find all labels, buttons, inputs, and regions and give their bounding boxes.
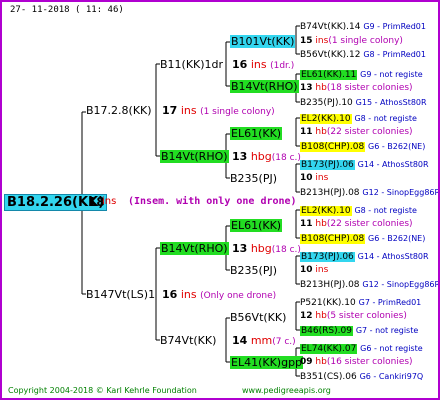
gen3-4[interactable]: EL61(KK) [230,219,283,232]
gen2-1-number: 13 [232,150,248,163]
gen3-1-label[interactable]: B14Vt(RHO) [230,80,299,93]
gen1-bottom-info: 16 ins (Only one drone) [162,288,276,303]
gen4-row[interactable]: EL2(KK).10 G8 - not registe [300,204,417,218]
gen2-3-note: (7 c.) [272,337,296,347]
gen2-2-label[interactable]: B14Vt(RHO) [160,242,229,255]
gen3-6[interactable]: B56Vt(KK) [230,311,286,324]
gen4-row[interactable]: B173(PJ).06 G14 - AthosSt80R [300,158,429,172]
gen2-1-label[interactable]: B14Vt(RHO) [160,150,229,163]
gen3-1[interactable]: B14Vt(RHO) [230,80,299,93]
gen1-bottom-note: (Only one drone) [200,291,277,301]
gen1-bottom-ins: ins [180,288,197,301]
gen4-row[interactable]: B46(RS).09 G7 - not registe [300,324,418,338]
gen4-row: 09 hb(16 sister colonies) [300,357,413,367]
gen3-7-label[interactable]: EL41(KK)gpp [230,356,304,369]
gen1-top[interactable]: B17.2.8(KK) [86,104,152,117]
gen3-4-label[interactable]: EL61(KK) [230,219,283,232]
gen2-0-label[interactable]: B11(KK)1dr [160,58,223,71]
gen2-2-ins: hbg [250,242,272,255]
gen1-top-note: (1 single colony) [200,107,275,117]
gen1-top-label[interactable]: B17.2.8(KK) [86,104,152,117]
gen4-row: 10 ins [300,265,329,275]
gen1-bottom[interactable]: B147Vt(LS)1 [86,288,155,301]
gen2-2-note: (18 c.) [271,245,301,255]
gen3-0-label[interactable]: B101Vt(KK) [230,35,296,48]
gen2-2-number: 13 [232,242,248,255]
gen1-top-info: 17 ins (1 single colony) [162,104,275,119]
gen2-1-ins: hbg [250,150,272,163]
gen2-3-info: 14 mm(7 c.) [232,334,296,349]
gen2-0-info: 16 ins (1dr.) [232,58,294,73]
gen4-row[interactable]: B56Vt(KK).12 G8 - PrimRed01 [300,48,426,62]
gen4-row: 11 hb(22 sister colonies) [300,127,413,137]
gen4-row[interactable]: B213H(PJ).08 G12 - SinopEgg86R [300,186,438,200]
root-insemination: ins [102,196,117,207]
gen4-row[interactable]: B213H(PJ).08 G12 - SinopEgg86R [300,278,438,292]
gen4-row[interactable]: EL61(KK).11 G9 - not registe [300,68,423,82]
gen2-3-ins: mm [250,334,273,347]
gen3-5-label[interactable]: B235(PJ) [230,264,277,277]
gen1-bottom-label[interactable]: B147Vt(LS)1 [86,288,155,301]
gen4-row[interactable]: B108(CHP).08 G6 - B262(NE) [300,232,425,246]
root-note: (Insem. with only one drone) [128,196,297,207]
gen3-6-label[interactable]: B56Vt(KK) [230,311,286,324]
gen2-1[interactable]: B14Vt(RHO) [160,150,229,163]
gen3-3-label[interactable]: B235(PJ) [230,172,277,185]
gen2-3-label[interactable]: B74Vt(KK) [160,334,216,347]
gen4-row[interactable]: B108(CHP).08 G6 - B262(NE) [300,140,425,154]
gen2-3-number: 14 [232,334,248,347]
site-link[interactable]: www.pedigreeapis.org [242,386,331,395]
gen2-2-info: 13 hbg(18 c.) [232,242,301,257]
gen4-row[interactable]: B351(CS).06 G6 - Cankiri97Q [300,370,423,384]
gen3-2-label[interactable]: EL61(KK) [230,127,283,140]
copyright: Copyright 2004-2018 © Karl Kehrle Founda… [8,386,197,395]
gen1-top-ins: ins [180,104,197,117]
gen4-row[interactable]: B173(PJ).06 G14 - AthosSt80R [300,250,429,264]
gen2-1-note: (18 c.) [271,153,301,163]
gen4-row[interactable]: B235(PJ).10 G15 - AthosSt80R [300,96,427,110]
gen3-7[interactable]: EL41(KK)gpp [230,356,304,369]
gen3-5[interactable]: B235(PJ) [230,264,277,277]
gen1-top-number: 17 [162,104,178,117]
gen2-2[interactable]: B14Vt(RHO) [160,242,229,255]
gen4-row: 11 hb(22 sister colonies) [300,219,413,229]
gen2-0-number: 16 [232,58,248,71]
gen4-row: 15 ins(1 single colony) [300,36,403,46]
gen3-3[interactable]: B235(PJ) [230,172,277,185]
gen4-row: 13 hb(18 sister colonies) [300,83,413,93]
gen2-1-info: 13 hbg(18 c.) [232,150,301,165]
gen2-3[interactable]: B74Vt(KK) [160,334,216,347]
pedigree-frame: 27- 11-2018 ( 11: 46) B18.2.26(KK) 18 in… [0,0,440,400]
gen4-row: 12 hb(5 sister colonies) [300,311,407,321]
gen3-0[interactable]: B101Vt(KK) [230,35,296,48]
gen4-row: 10 ins [300,173,329,183]
gen4-row[interactable]: B74Vt(KK).14 G9 - PrimRed01 [300,20,426,34]
gen2-0-note: (1dr.) [270,61,295,71]
gen2-0-ins: ins [250,58,267,71]
gen2-0[interactable]: B11(KK)1dr [160,58,223,71]
gen1-bottom-number: 16 [162,288,178,301]
gen4-row[interactable]: EL2(KK).10 G8 - not registe [300,112,417,126]
gen4-row[interactable]: EL74(KK).07 G6 - not registe [300,342,423,356]
gen3-2[interactable]: EL61(KK) [230,127,283,140]
gen4-row[interactable]: P521(KK).10 G7 - PrimRed01 [300,296,421,310]
